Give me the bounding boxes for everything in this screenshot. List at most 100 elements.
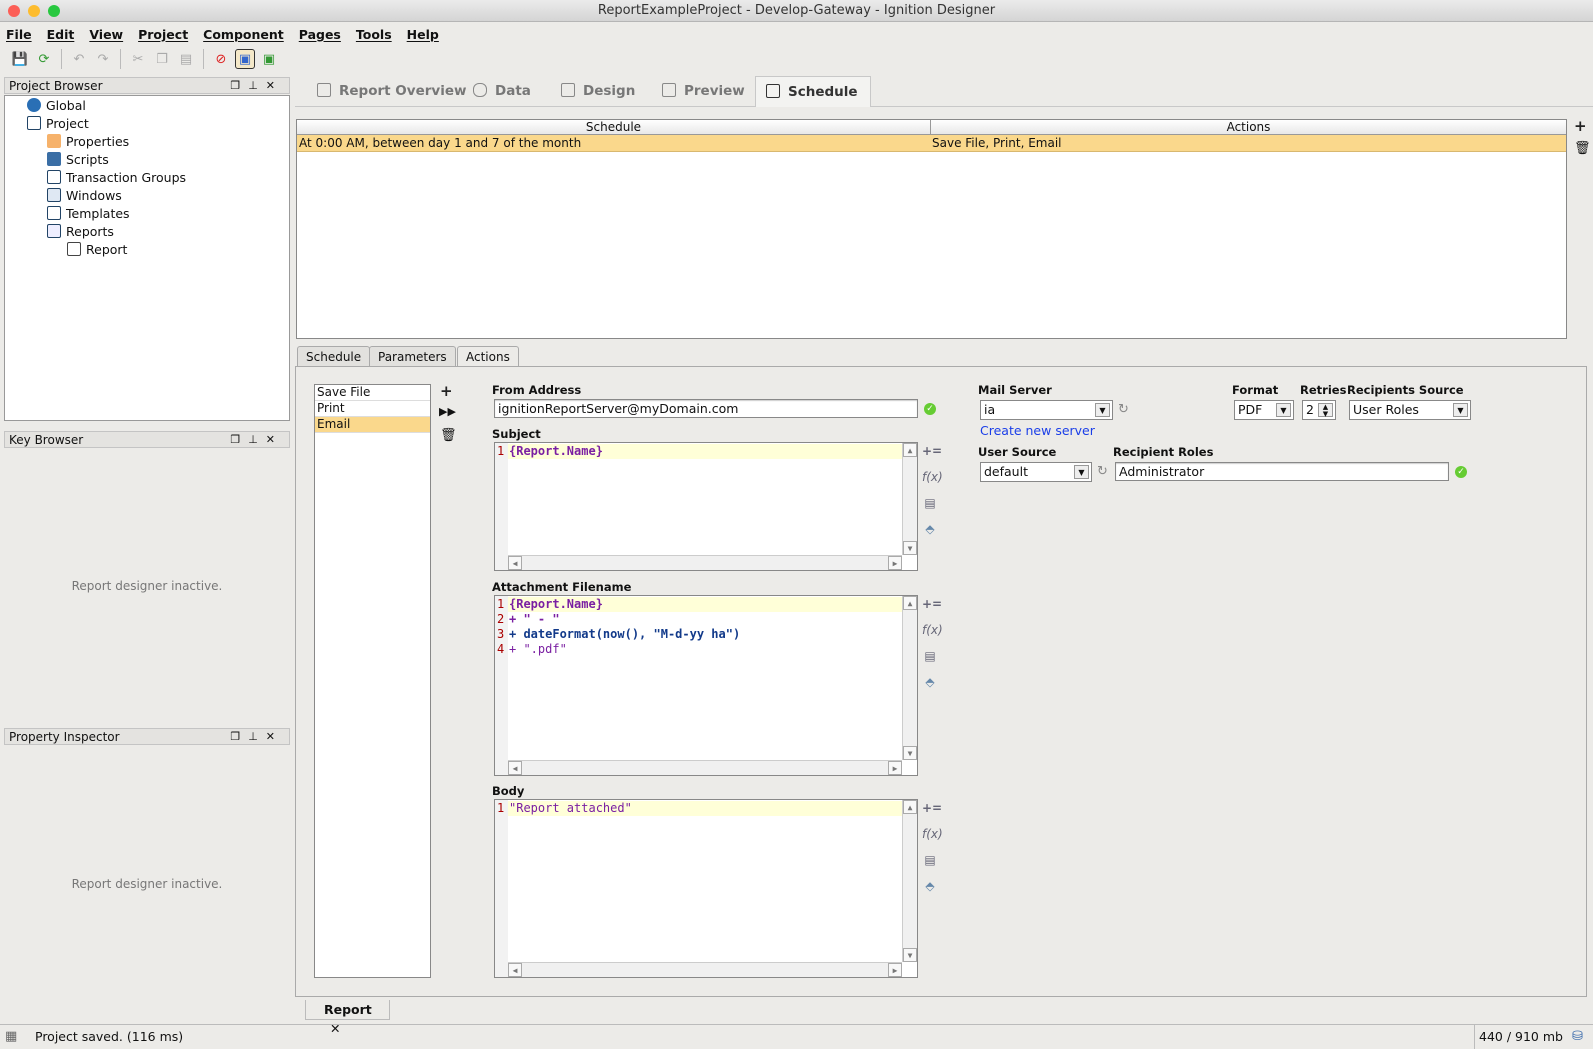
subtab-parameters[interactable]: Parameters xyxy=(369,346,456,367)
tab-design[interactable]: Design xyxy=(551,76,635,107)
tree-item-project[interactable]: Project xyxy=(27,115,89,133)
grid-icon[interactable]: ▦ xyxy=(5,1025,17,1049)
tab-data[interactable]: Data xyxy=(463,76,531,107)
copy-icon[interactable]: ❐ xyxy=(152,49,172,69)
tab-schedule[interactable]: Schedule xyxy=(755,76,871,107)
chevron-down-icon: ▼ xyxy=(1276,403,1291,417)
scroll-left-icon: ◀ xyxy=(508,556,522,570)
insert-property-icon[interactable]: += xyxy=(922,597,942,623)
subtab-schedule[interactable]: Schedule xyxy=(297,346,371,367)
disconnect-icon[interactable]: ⊘ xyxy=(211,49,231,69)
function-icon[interactable]: f(x) xyxy=(922,827,943,853)
delete-action-button[interactable]: 🗑 xyxy=(440,428,457,443)
menu-file[interactable]: File xyxy=(6,27,32,42)
chevron-down-icon: ▼ xyxy=(1453,403,1468,417)
column-header-schedule[interactable]: Schedule xyxy=(297,120,931,135)
horizontal-scrollbar[interactable]: ◀ ▶ xyxy=(508,962,902,977)
tree-item-scripts[interactable]: Scripts xyxy=(47,151,109,169)
body-editor[interactable]: 1 "Report attached" ▲ ▼ ◀ ▶ xyxy=(494,799,918,978)
table-row[interactable]: At 0:00 AM, between day 1 and 7 of the m… xyxy=(297,135,1566,152)
dock-controls-icon[interactable]: ❐⊥✕ xyxy=(230,432,283,448)
tag-icon[interactable]: ⬘ xyxy=(922,879,938,905)
report-icon[interactable]: ▤ xyxy=(922,496,938,522)
tree-item-global[interactable]: Global xyxy=(27,97,86,115)
recipient-roles-label: Recipient Roles xyxy=(1113,445,1214,459)
menu-edit[interactable]: Edit xyxy=(47,27,75,42)
memory-usage[interactable]: 440 / 910 mb xyxy=(1474,1025,1563,1049)
insert-property-icon[interactable]: += xyxy=(922,801,942,827)
horizontal-scrollbar[interactable]: ◀ ▶ xyxy=(508,555,902,570)
recipient-roles-input[interactable]: Administrator xyxy=(1115,462,1449,481)
mail-server-select[interactable]: ia ▼ xyxy=(980,400,1113,420)
add-schedule-button[interactable]: + xyxy=(1574,117,1587,135)
dock-controls-icon[interactable]: ❐⊥✕ xyxy=(230,78,283,94)
menu-pages[interactable]: Pages xyxy=(299,27,341,42)
comm-read-write-icon[interactable]: ▣ xyxy=(235,49,255,69)
subtab-actions[interactable]: Actions xyxy=(457,346,519,368)
horizontal-scrollbar[interactable]: ◀ ▶ xyxy=(508,760,902,775)
report-document-tab[interactable]: Report ✕ xyxy=(305,1000,390,1036)
key-browser-message: Report designer inactive. xyxy=(71,579,223,593)
refresh-icon[interactable]: ↻ xyxy=(1097,464,1108,479)
list-item[interactable]: Email xyxy=(315,417,430,433)
refresh-icon[interactable]: ⟳ xyxy=(34,49,54,69)
report-icon[interactable]: ▤ xyxy=(922,853,938,879)
add-action-button[interactable]: + xyxy=(440,382,453,400)
tree-item-report[interactable]: Report xyxy=(67,241,127,259)
menu-component[interactable]: Component xyxy=(203,27,284,42)
tree-item-reports[interactable]: Reports xyxy=(47,223,114,241)
tree-item-properties[interactable]: Properties xyxy=(47,133,129,151)
report-icon[interactable]: ▤ xyxy=(922,649,938,675)
gateway-status-icon[interactable]: ⛁ xyxy=(1572,1025,1583,1049)
list-item[interactable]: Print xyxy=(315,401,430,417)
format-select[interactable]: PDF ▼ xyxy=(1234,400,1294,420)
menu-project[interactable]: Project xyxy=(138,27,188,42)
tree-item-windows[interactable]: Windows xyxy=(47,187,122,205)
comm-sync-icon[interactable]: ▣ xyxy=(259,49,279,69)
cut-icon[interactable]: ✂ xyxy=(128,49,148,69)
status-bar: ▦ Project saved. (116 ms) 440 / 910 mb ⛁ xyxy=(0,1024,1593,1049)
function-icon[interactable]: f(x) xyxy=(922,470,943,496)
tag-icon[interactable]: ⬘ xyxy=(922,522,938,548)
tab-report-overview[interactable]: Report Overview xyxy=(307,76,466,107)
run-action-button[interactable]: ▶▶ xyxy=(439,405,456,418)
attachment-filename-editor[interactable]: 1 {Report.Name} 2 + " - " 3 + dateFormat(no… xyxy=(494,595,918,776)
retries-spinner[interactable]: 2 ▲ ▼ xyxy=(1302,400,1336,420)
delete-schedule-button[interactable]: 🗑 xyxy=(1574,141,1591,156)
vertical-scrollbar[interactable]: ▲ ▼ xyxy=(902,800,917,962)
create-new-server-link[interactable]: Create new server xyxy=(980,423,1095,438)
user-source-select[interactable]: default ▼ xyxy=(980,462,1092,482)
tree-item-transaction-groups[interactable]: Transaction Groups xyxy=(47,169,186,187)
function-icon[interactable]: f(x) xyxy=(922,623,943,649)
body-label: Body xyxy=(492,784,525,798)
menu-tools[interactable]: Tools xyxy=(356,27,392,42)
tab-preview[interactable]: Preview xyxy=(652,76,745,107)
subject-editor[interactable]: 1 {Report.Name} ▲ ▼ ◀ ▶ xyxy=(494,442,918,571)
menu-help[interactable]: Help xyxy=(407,27,439,42)
insert-property-icon[interactable]: += xyxy=(922,444,942,470)
image-icon xyxy=(662,83,676,97)
paste-icon[interactable]: ▤ xyxy=(176,49,196,69)
list-item[interactable]: Save File xyxy=(315,385,430,401)
save-icon[interactable]: 💾 xyxy=(10,49,30,69)
database-icon xyxy=(473,83,487,97)
refresh-icon[interactable]: ↻ xyxy=(1118,402,1129,417)
maximize-window-button[interactable] xyxy=(48,5,60,17)
scroll-right-icon: ▶ xyxy=(888,761,902,775)
menu-view[interactable]: View xyxy=(89,27,123,42)
redo-icon[interactable]: ↷ xyxy=(93,49,113,69)
valid-check-icon: ✓ xyxy=(1455,466,1467,478)
undo-icon[interactable]: ↶ xyxy=(69,49,89,69)
spinner-arrows-icon: ▲ ▼ xyxy=(1318,403,1333,418)
dock-controls-icon[interactable]: ❐⊥✕ xyxy=(230,729,283,745)
tag-icon[interactable]: ⬘ xyxy=(922,675,938,701)
minimize-window-button[interactable] xyxy=(28,5,40,17)
vertical-scrollbar[interactable]: ▲ ▼ xyxy=(902,443,917,555)
column-header-actions[interactable]: Actions xyxy=(931,120,1566,135)
recipients-source-select[interactable]: User Roles ▼ xyxy=(1349,400,1471,420)
from-address-input[interactable]: ignitionReportServer@myDomain.com xyxy=(494,399,918,418)
vertical-scrollbar[interactable]: ▲ ▼ xyxy=(902,596,917,760)
close-window-button[interactable] xyxy=(8,5,20,17)
menu-bar: File Edit View Project Component Pages T… xyxy=(0,23,1593,45)
tree-item-templates[interactable]: Templates xyxy=(47,205,130,223)
